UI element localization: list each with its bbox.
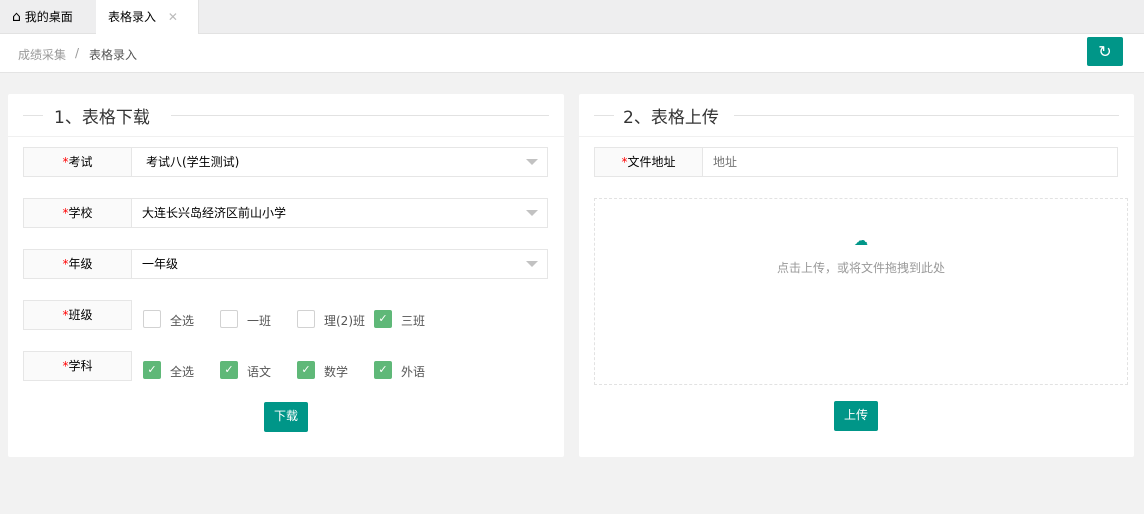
refresh-button[interactable]: ↻: [1087, 37, 1123, 66]
card-title: 2、表格上传: [623, 108, 719, 128]
upload-card: 2、表格上传 *文件地址 ☁ 点击上传，或将文件拖拽到此处 上传: [579, 94, 1134, 457]
download-button[interactable]: 下载: [264, 402, 308, 432]
check-icon: ✓: [378, 363, 388, 376]
subject-option-label[interactable]: 数学: [324, 363, 348, 380]
tab-table-entry[interactable]: 表格录入 ✕: [96, 0, 199, 35]
cloud-upload-icon: ☁: [854, 233, 868, 249]
class-checkbox[interactable]: [220, 310, 238, 328]
tab-desktop[interactable]: ⌂ 我的桌面: [0, 0, 96, 34]
divider: [23, 115, 43, 116]
exam-label: *考试: [23, 147, 132, 177]
breadcrumb-current: 表格录入: [89, 48, 138, 62]
class-option-label[interactable]: 一班: [247, 312, 271, 329]
class-checkbox[interactable]: ✓: [374, 310, 392, 328]
check-icon: ✓: [224, 363, 234, 376]
breadcrumb-bar: 成绩采集 / 表格录入 ↻: [0, 34, 1144, 73]
subject-checkbox[interactable]: ✓: [374, 361, 392, 379]
upload-button[interactable]: 上传: [834, 401, 878, 431]
class-checkbox[interactable]: [143, 310, 161, 328]
tab-bar: ⌂ 我的桌面 表格录入 ✕: [0, 0, 1144, 35]
card-header: 2、表格上传: [579, 94, 1134, 137]
check-icon: ✓: [147, 363, 157, 376]
chevron-down-icon: [526, 210, 538, 216]
class-option-label[interactable]: 三班: [401, 312, 425, 329]
breadcrumb-separator: /: [75, 46, 80, 60]
card-title: 1、表格下载: [54, 108, 150, 128]
exam-select[interactable]: 考试八(学生测试): [132, 147, 548, 177]
divider: [594, 115, 614, 116]
refresh-icon: ↻: [1098, 42, 1112, 61]
close-icon[interactable]: ✕: [168, 10, 178, 24]
grade-label: *年级: [23, 249, 132, 279]
school-label: *学校: [23, 198, 132, 228]
subject-label: *学科: [23, 351, 132, 381]
file-path-input[interactable]: [703, 147, 1118, 177]
check-icon: ✓: [301, 363, 311, 376]
subject-option-label[interactable]: 语文: [247, 363, 271, 380]
school-select[interactable]: 大连长兴岛经济区前山小学: [132, 198, 548, 228]
class-option-label[interactable]: 全选: [170, 312, 194, 329]
subject-checkbox[interactable]: ✓: [297, 361, 315, 379]
upload-dropzone[interactable]: ☁ 点击上传，或将文件拖拽到此处: [594, 198, 1128, 385]
breadcrumb-item[interactable]: 成绩采集: [18, 46, 66, 63]
chevron-down-icon: [526, 261, 538, 267]
subject-option-label[interactable]: 全选: [170, 363, 194, 380]
chevron-down-icon: [526, 159, 538, 165]
class-label: *班级: [23, 300, 132, 330]
card-header: 1、表格下载: [8, 94, 564, 137]
class-option-label[interactable]: 理(2)班: [324, 312, 365, 329]
file-path-label: *文件地址: [594, 147, 703, 177]
subject-checkbox[interactable]: ✓: [143, 361, 161, 379]
subject-option-label[interactable]: 外语: [401, 363, 425, 380]
divider: [734, 115, 1119, 116]
check-icon: ✓: [378, 312, 388, 325]
download-card: 1、表格下载 *考试 考试八(学生测试) *学校 大连长兴岛经济区前山小学 *年…: [8, 94, 564, 457]
subject-checkbox[interactable]: ✓: [220, 361, 238, 379]
class-checkbox[interactable]: [297, 310, 315, 328]
home-icon: ⌂: [12, 9, 21, 25]
grade-select[interactable]: 一年级: [132, 249, 548, 279]
divider: [171, 115, 549, 116]
upload-hint: 点击上传，或将文件拖拽到此处: [776, 261, 945, 275]
